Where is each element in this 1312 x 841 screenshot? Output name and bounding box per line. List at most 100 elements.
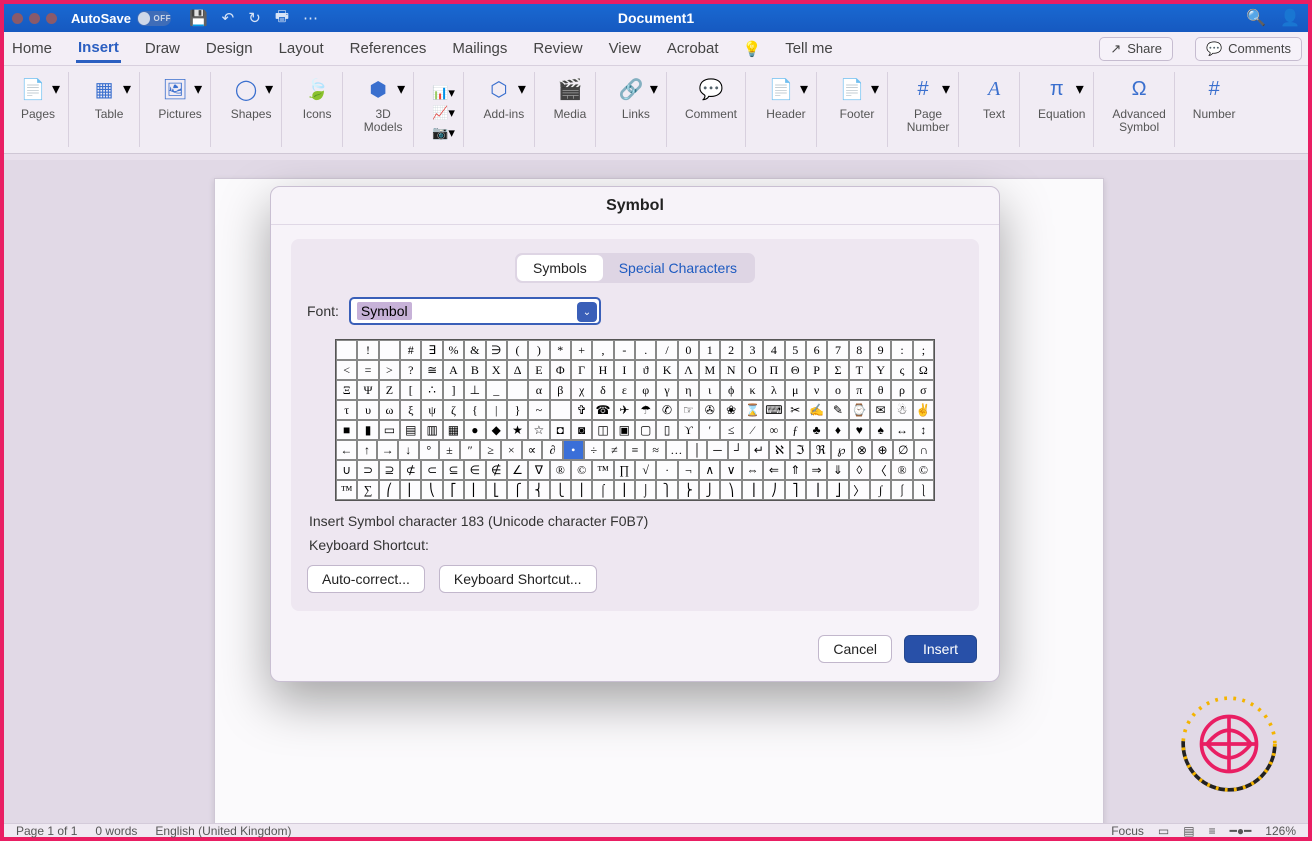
close-window-icon[interactable] [12, 13, 23, 24]
symbol-cell[interactable] [336, 340, 357, 360]
symbol-cell[interactable]: ✂ [785, 400, 806, 420]
symbol-cell[interactable]: ∅ [893, 440, 914, 460]
symbol-cell[interactable]: τ [336, 400, 357, 420]
symbol-cell[interactable]: ψ [421, 400, 442, 420]
symbol-cell[interactable]: / [656, 340, 677, 360]
symbol-cell[interactable]: ⌚ [849, 400, 870, 420]
symbol-cell[interactable]: ℘ [831, 440, 852, 460]
symbol-cell[interactable]: ϒ [678, 420, 699, 440]
tab-review[interactable]: Review [531, 36, 584, 61]
symbol-cell[interactable]: ⎜ [400, 480, 421, 500]
chevron-down-icon[interactable]: ▾ [397, 79, 405, 99]
symbol-cell[interactable]: ⎱ [913, 480, 934, 500]
view-outline-icon[interactable]: ≡ [1209, 824, 1216, 838]
symbol-cell[interactable]: ⎭ [699, 480, 720, 500]
symbol-cell[interactable]: υ [357, 400, 378, 420]
focus-mode[interactable]: Focus [1111, 824, 1144, 838]
symbol-cell[interactable]: = [357, 360, 378, 380]
symbol-cell[interactable]: Ο [742, 360, 763, 380]
symbol-cell[interactable]: ⇐ [763, 460, 784, 480]
symbol-cell[interactable]: . [635, 340, 656, 360]
ribbon-equation[interactable]: π▾ Equation [1030, 72, 1094, 147]
tab-layout[interactable]: Layout [277, 36, 326, 61]
ribbon-table[interactable]: ▦▾ Table [79, 72, 140, 147]
symbol-cell[interactable]: ⎮ [614, 480, 635, 500]
tab-acrobat[interactable]: Acrobat [665, 36, 721, 61]
symbol-cell[interactable]: ▯ [656, 420, 677, 440]
ribbon-number[interactable]: # Number [1185, 72, 1244, 147]
symbol-cell[interactable]: ƒ [785, 420, 806, 440]
save-icon[interactable]: 💾 [189, 9, 208, 27]
symbol-cell[interactable]: ⎣ [486, 480, 507, 500]
symbol-cell[interactable] [379, 340, 400, 360]
symbol-cell[interactable]: ÷ [584, 440, 605, 460]
symbol-cell[interactable]: ∝ [522, 440, 543, 460]
chevron-down-icon[interactable]: ▾ [871, 79, 879, 99]
symbol-cell[interactable]: ▤ [400, 420, 421, 440]
chevron-down-icon[interactable]: ⌄ [577, 302, 597, 322]
ribbon-links[interactable]: 🔗▾ Links [606, 72, 667, 147]
symbol-cell[interactable]: μ [785, 380, 806, 400]
symbol-cell[interactable]: ⌨ [763, 400, 784, 420]
symbol-cell[interactable]: Δ [507, 360, 528, 380]
symbol-cell[interactable]: ⎢ [464, 480, 485, 500]
symbol-cell[interactable]: … [666, 440, 687, 460]
symbol-cell[interactable]: ∴ [421, 380, 442, 400]
symbol-cell[interactable]: ∋ [486, 340, 507, 360]
symbol-cell[interactable]: α [528, 380, 549, 400]
symbol-cell[interactable]: × [501, 440, 522, 460]
status-page[interactable]: Page 1 of 1 [16, 824, 77, 838]
symbol-cell[interactable]: ⌡ [635, 480, 656, 500]
ribbon-icons[interactable]: 🍃 Icons [292, 72, 343, 147]
symbol-cell[interactable]: ⊗ [852, 440, 873, 460]
chevron-down-icon[interactable]: ▾ [194, 79, 202, 99]
symbol-cell[interactable]: η [678, 380, 699, 400]
symbol-cell[interactable]: ≈ [645, 440, 666, 460]
traffic-lights[interactable] [12, 13, 57, 24]
chevron-down-icon[interactable]: ▾ [123, 79, 131, 99]
symbol-cell[interactable]: ▣ [614, 420, 635, 440]
chevron-down-icon[interactable]: ▾ [942, 79, 950, 99]
symbol-cell[interactable]: ● [464, 420, 485, 440]
symbol-cell[interactable]: ⊃ [357, 460, 378, 480]
symbol-cell[interactable]: 5 [785, 340, 806, 360]
symbol-cell[interactable]: ⎧ [507, 480, 528, 500]
symbol-cell[interactable] [550, 400, 571, 420]
symbol-cell[interactable]: 1 [699, 340, 720, 360]
ribbon-pictures[interactable]: 🖼▾ Pictures [150, 72, 211, 147]
autosave-control[interactable]: AutoSave OFF [71, 11, 171, 26]
ribbon-text[interactable]: A Text [969, 72, 1020, 147]
minimize-window-icon[interactable] [29, 13, 40, 24]
symbol-cell[interactable]: ▭ [379, 420, 400, 440]
symbol-cell[interactable]: ↑ [357, 440, 378, 460]
symbol-cell[interactable]: ¬ [678, 460, 699, 480]
symbol-cell[interactable]: φ [635, 380, 656, 400]
symbol-cell[interactable]: ⇑ [785, 460, 806, 480]
symbol-cell[interactable]: ☃ [891, 400, 912, 420]
symbol-cell[interactable]: 3 [742, 340, 763, 360]
symbol-cell[interactable]: ∨ [720, 460, 741, 480]
symbol-cell[interactable]: Λ [678, 360, 699, 380]
symbol-cell[interactable]: Β [464, 360, 485, 380]
symbol-cell[interactable]: Ζ [379, 380, 400, 400]
symbol-cell[interactable]: ) [528, 340, 549, 360]
symbol-cell[interactable]: + [571, 340, 592, 360]
symbol-cell[interactable]: 〈 [870, 460, 891, 480]
tab-draw[interactable]: Draw [143, 36, 182, 61]
symbol-cell[interactable]: , [592, 340, 613, 360]
chevron-down-icon[interactable]: ▾ [1076, 79, 1084, 99]
symbol-cell[interactable]: ~ [528, 400, 549, 420]
account-icon[interactable]: 👤 [1280, 8, 1300, 28]
symbol-cell[interactable]: 6 [806, 340, 827, 360]
symbol-cell[interactable]: ≠ [604, 440, 625, 460]
symbol-cell[interactable]: ⎦ [827, 480, 848, 500]
symbol-cell[interactable]: 0 [678, 340, 699, 360]
symbol-cell[interactable]: ◆ [486, 420, 507, 440]
chevron-down-icon[interactable]: ▾ [265, 79, 273, 99]
symbol-cell[interactable]: Ι [614, 360, 635, 380]
symbol-cell[interactable]: • [563, 440, 584, 460]
symbol-cell[interactable]: ≤ [720, 420, 741, 440]
print-icon[interactable]: 🖶 [275, 6, 289, 31]
symbol-cell[interactable]: ξ [400, 400, 421, 420]
symbol-cell[interactable]: ⊄ [400, 460, 421, 480]
